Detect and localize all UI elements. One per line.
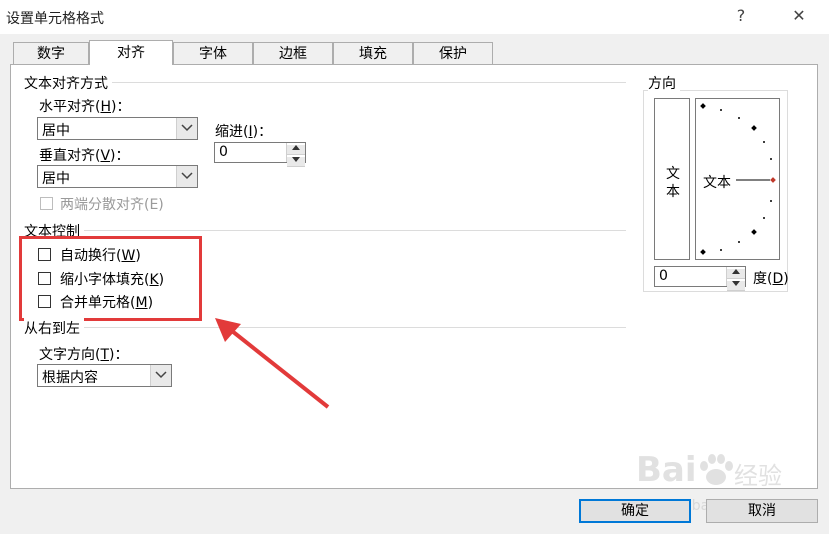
watermark-suffix: 经验 — [734, 462, 782, 490]
justify-distributed-checkbox[interactable] — [40, 197, 53, 210]
horizontal-align-label: 水平对齐(H)： — [39, 99, 131, 115]
spin-up-icon[interactable] — [287, 145, 305, 155]
degrees-label: 度(D) — [753, 271, 789, 287]
tab-border[interactable]: 边框 — [253, 42, 333, 64]
orientation-dial[interactable]: 文本 — [695, 98, 780, 260]
vertical-align-label: 垂直对齐(V)： — [39, 148, 130, 164]
degrees-spinner[interactable]: 0 — [654, 266, 746, 291]
baidu-paw-icon — [700, 454, 733, 485]
orientation-group-label: 方向 — [648, 73, 680, 93]
window-title: 设置单元格格式 — [6, 11, 104, 27]
text-control-divider — [24, 230, 626, 231]
cancel-button[interactable]: 取消 — [706, 499, 818, 523]
vertical-text-toggle[interactable]: 文 本 — [654, 98, 690, 260]
horizontal-align-select[interactable]: 居中 — [37, 117, 198, 140]
indent-label: 缩进(I)： — [215, 124, 273, 140]
text-direction-select[interactable]: 根据内容 — [37, 364, 172, 387]
chevron-down-icon — [176, 118, 197, 139]
alignment-group-label: 文本对齐方式 — [24, 73, 112, 93]
highlight-annotation-box — [19, 236, 202, 321]
vertical-align-value: 居中 — [42, 171, 70, 187]
ok-button[interactable]: 确定 — [579, 499, 691, 523]
justify-distributed-label: 两端分散对齐(E) — [60, 197, 164, 213]
title-bar: 设置单元格格式 ? ✕ — [0, 0, 829, 34]
tab-fill[interactable]: 填充 — [333, 42, 413, 64]
spin-down-icon[interactable] — [727, 281, 745, 291]
horizontal-align-value: 居中 — [42, 123, 70, 139]
indent-spin-buttons — [286, 143, 305, 167]
rtl-group-label: 从右到左 — [24, 318, 84, 338]
chevron-down-icon — [150, 365, 171, 386]
close-button[interactable]: ✕ — [784, 4, 814, 28]
help-button[interactable]: ? — [726, 4, 756, 28]
degrees-spin-buttons — [726, 267, 745, 291]
spin-down-icon[interactable] — [287, 157, 305, 167]
spin-up-icon[interactable] — [727, 269, 745, 279]
alignment-divider — [24, 82, 626, 83]
tab-number[interactable]: 数字 — [13, 42, 89, 64]
dial-text-label: 文本 — [703, 175, 731, 191]
vertical-text-label: 文 本 — [666, 166, 680, 200]
text-direction-label: 文字方向(T)： — [39, 347, 129, 363]
tab-font[interactable]: 字体 — [173, 42, 253, 64]
annotation-arrow-icon — [215, 318, 330, 409]
vertical-align-select[interactable]: 居中 — [37, 165, 198, 188]
watermark-brand: Bai — [636, 450, 697, 490]
indent-value: 0 — [219, 144, 228, 160]
chevron-down-icon — [176, 166, 197, 187]
degrees-value: 0 — [659, 268, 668, 284]
text-direction-value: 根据内容 — [42, 370, 98, 386]
tab-alignment[interactable]: 对齐 — [89, 40, 173, 65]
indent-spinner[interactable]: 0 — [214, 142, 306, 167]
tab-protection[interactable]: 保护 — [413, 42, 493, 64]
